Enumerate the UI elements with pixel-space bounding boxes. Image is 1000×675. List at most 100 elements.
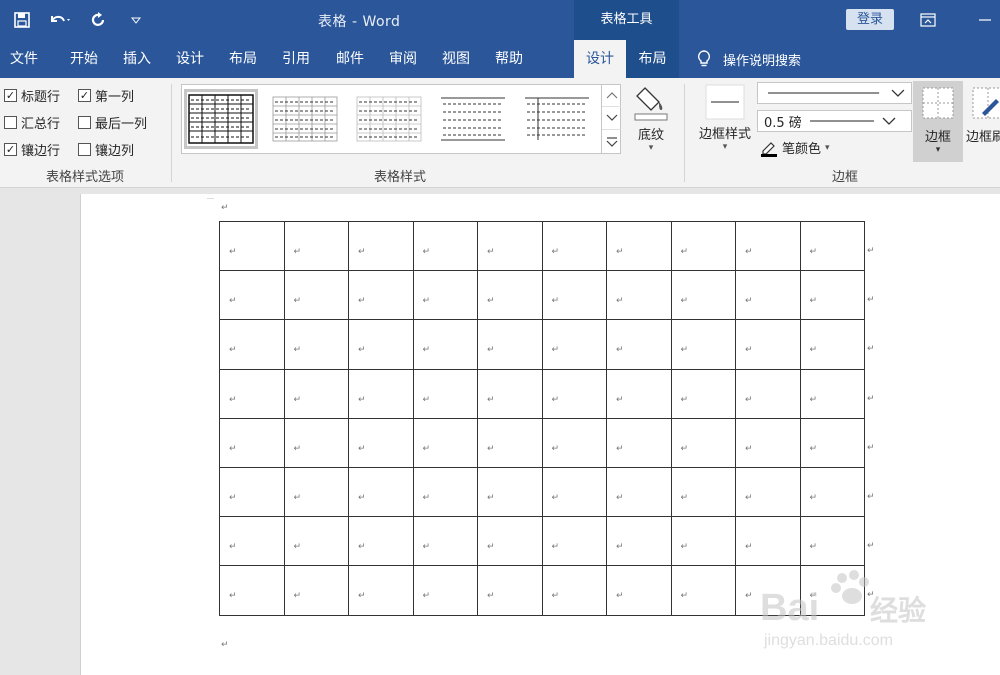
table-cell[interactable]: ↵ [670, 270, 736, 321]
table-cell[interactable]: ↵ [477, 466, 543, 518]
table-cell[interactable]: ↵ [477, 565, 543, 616]
table-cell[interactable]: ↵ [412, 565, 478, 616]
table-cell[interactable]: ↵ [735, 368, 801, 419]
gallery-down-icon[interactable] [602, 107, 621, 130]
style-thumb-first-col[interactable] [520, 89, 594, 149]
tab-insert[interactable]: 插入 [113, 40, 161, 78]
tab-references[interactable]: 引用 [272, 40, 320, 78]
table-cell[interactable]: ↵ [412, 319, 478, 370]
table-cell[interactable]: ↵ [670, 466, 736, 518]
table-cell[interactable]: ↵ [219, 516, 285, 567]
table-cell[interactable]: ↵ [541, 565, 607, 616]
border-painter-button[interactable]: 边框刷 [966, 81, 1000, 162]
table-cell[interactable]: ↵ [735, 466, 801, 518]
gallery-more-icon[interactable] [602, 130, 621, 153]
table-cell[interactable]: ↵ [735, 417, 801, 468]
table-cell[interactable]: ↵ [735, 220, 801, 272]
pen-color-button[interactable]: 笔颜色 ▾ [760, 138, 830, 157]
table-cell[interactable]: ↵ [541, 220, 607, 272]
table-cell[interactable]: ↵ [477, 516, 543, 567]
table-cell[interactable]: ↵ [670, 220, 736, 272]
table-cell[interactable]: ↵ [606, 466, 672, 518]
table-cell[interactable]: ↵ [348, 417, 414, 468]
table-cell[interactable]: ↵ [283, 417, 349, 468]
table-cell[interactable]: ↵ [670, 368, 736, 419]
table-cell[interactable]: ↵ [799, 516, 865, 567]
table-cell[interactable]: ↵ [477, 270, 543, 321]
table-cell[interactable]: ↵ [219, 220, 285, 272]
table-cell[interactable]: ↵ [541, 319, 607, 370]
tab-file[interactable]: 文件 [0, 40, 48, 78]
tab-home[interactable]: 开始 [60, 40, 108, 78]
style-thumb-light[interactable] [352, 89, 426, 149]
style-thumb-grid[interactable] [184, 89, 258, 149]
table-cell[interactable]: ↵ [219, 319, 285, 370]
table-cell[interactable]: ↵ [735, 319, 801, 370]
table-cell[interactable]: ↵ [477, 417, 543, 468]
undo-icon[interactable] [48, 8, 72, 32]
table-cell[interactable]: ↵ [606, 516, 672, 567]
shading-button[interactable]: 底纹 ▾ [629, 84, 673, 153]
tab-view[interactable]: 视图 [432, 40, 480, 78]
table-cell[interactable]: ↵ [606, 220, 672, 272]
last-column-checkbox[interactable]: 最后一列 [78, 113, 147, 132]
redo-icon[interactable] [86, 8, 110, 32]
table-cell[interactable]: ↵ [283, 319, 349, 370]
table-cell[interactable]: ↵ [348, 565, 414, 616]
table-cell[interactable]: ↵ [670, 516, 736, 567]
header-row-checkbox[interactable]: ✓ 标题行 [4, 86, 60, 105]
table-cell[interactable]: ↵ [541, 270, 607, 321]
table-cell[interactable]: ↵ [219, 368, 285, 419]
table-cell[interactable]: ↵ [799, 466, 865, 518]
table-cell[interactable]: ↵ [348, 368, 414, 419]
table-cell[interactable]: ↵ [283, 565, 349, 616]
table-cell[interactable]: ↵ [799, 220, 865, 272]
table-cell[interactable]: ↵ [606, 417, 672, 468]
tab-table-design[interactable]: 设计 [574, 40, 626, 78]
table-cell[interactable]: ↵ [283, 220, 349, 272]
gallery-up-icon[interactable] [602, 84, 621, 107]
table-cell[interactable]: ↵ [477, 319, 543, 370]
document-table[interactable]: ↵ ↵ ↵ ↵ ↵ ↵ ↵ ↵ ↵ ↵ ↵ ↵ ↵ ↵ ↵ ↵ ↵ ↵ ↵ ↵ ↵ ↵ ↵ ↵ ↵ ↵ ↵ ↵ ↵ ↵ ↵ ↵ ↵ ↵ ↵ ↵ ↵ ↵ ↵ ↵… [219, 220, 865, 616]
table-cell[interactable]: ↵ [541, 516, 607, 567]
table-cell[interactable]: ↵ [735, 516, 801, 567]
table-cell[interactable]: ↵ [799, 319, 865, 370]
table-cell[interactable]: ↵ [412, 516, 478, 567]
table-cell[interactable]: ↵ [541, 417, 607, 468]
tab-table-layout[interactable]: 布局 [626, 40, 679, 78]
table-cell[interactable]: ↵ [283, 368, 349, 419]
table-cell[interactable]: ↵ [670, 417, 736, 468]
customize-toolbar-icon[interactable] [124, 8, 148, 32]
table-cell[interactable]: ↵ [606, 565, 672, 616]
table-cell[interactable]: ↵ [412, 220, 478, 272]
table-cell[interactable]: ↵ [735, 270, 801, 321]
table-cell[interactable]: ↵ [283, 516, 349, 567]
banded-columns-checkbox[interactable]: 镶边列 [78, 140, 134, 159]
table-cell[interactable]: ↵ [477, 368, 543, 419]
save-icon[interactable] [10, 8, 34, 32]
table-cell[interactable]: ↵ [606, 368, 672, 419]
table-cell[interactable]: ↵ [348, 319, 414, 370]
borders-button[interactable]: 边框 ▾ [913, 81, 963, 162]
table-cell[interactable]: ↵ [670, 565, 736, 616]
table-cell[interactable]: ↵ [283, 270, 349, 321]
table-cell[interactable]: ↵ [477, 220, 543, 272]
tab-layout[interactable]: 布局 [219, 40, 267, 78]
table-cell[interactable]: ↵ [348, 270, 414, 321]
table-cell[interactable]: ↵ [799, 270, 865, 321]
table-cell[interactable]: ↵ [670, 319, 736, 370]
table-cell[interactable]: ↵ [219, 565, 285, 616]
ribbon-display-icon[interactable] [918, 10, 938, 30]
table-cell[interactable]: ↵ [606, 319, 672, 370]
line-weight-dropdown[interactable]: 0.5 磅 [757, 110, 912, 132]
login-button[interactable]: 登录 [846, 9, 894, 30]
table-cell[interactable]: ↵ [799, 417, 865, 468]
table-cell[interactable]: ↵ [219, 270, 285, 321]
table-cell[interactable]: ↵ [219, 417, 285, 468]
minimize-icon[interactable] [975, 10, 995, 30]
tab-review[interactable]: 审阅 [379, 40, 427, 78]
line-style-dropdown[interactable] [757, 82, 912, 104]
table-cell[interactable]: ↵ [799, 368, 865, 419]
table-cell[interactable]: ↵ [412, 368, 478, 419]
border-styles-button[interactable]: 边框样式 ▾ [694, 84, 756, 152]
